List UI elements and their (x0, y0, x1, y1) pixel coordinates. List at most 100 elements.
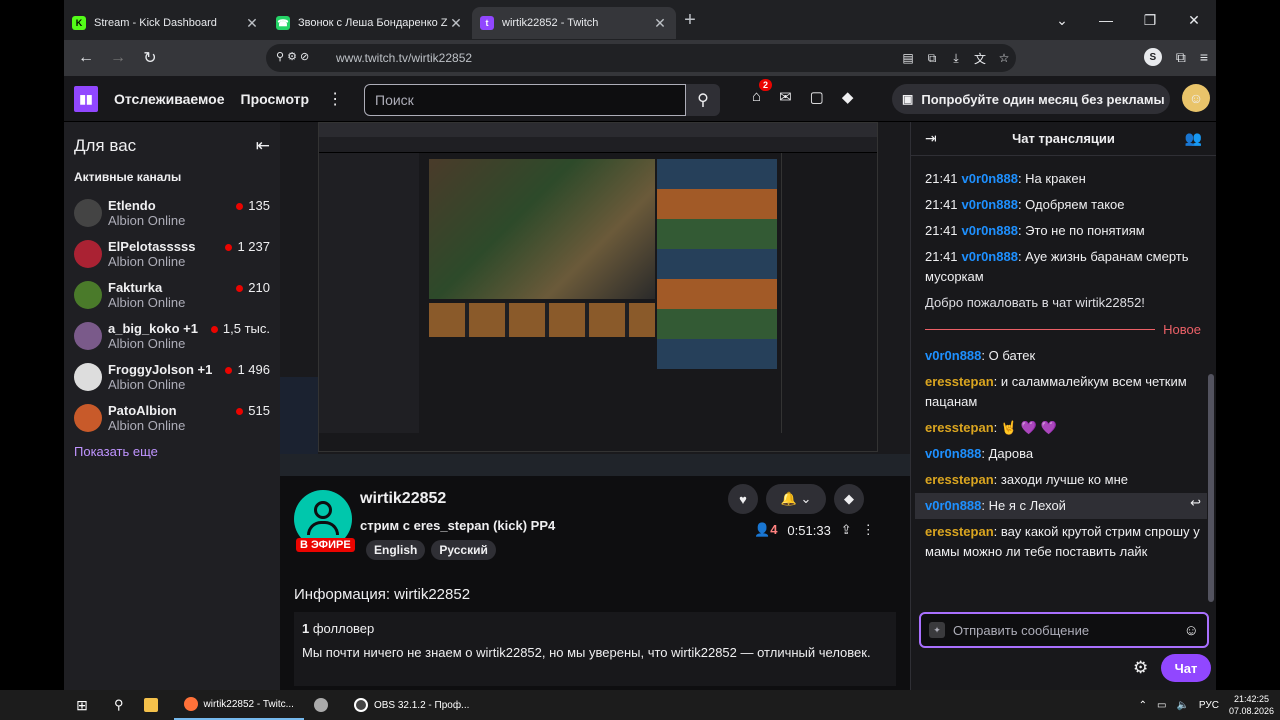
sidebar-channel-fakturka[interactable]: Fakturka Albion Online 210 (74, 274, 270, 315)
os-taskbar: ⊞ ⚲ wirtik22852 - Twitc... OBS 32.1.2 - … (0, 690, 1280, 720)
sidebar-channel-elpelotasssss[interactable]: ElPelotasssss Albion Online 1 237 (74, 233, 270, 274)
inbox-icon[interactable]: ✉ (779, 88, 792, 106)
nav-following[interactable]: Отслеживаемое (114, 91, 225, 107)
sparkle-icon[interactable]: ✦ (929, 622, 945, 638)
close-tab-icon[interactable]: ✕ (244, 15, 260, 32)
chat-input[interactable]: ✦ Отправить сообщение ☺ (919, 612, 1209, 648)
msg-user[interactable]: v0r0n888 (925, 348, 981, 363)
msg-user[interactable]: v0r0n888 (962, 197, 1018, 212)
emote-picker-icon[interactable]: ☺ (1184, 622, 1199, 639)
network-icon[interactable]: ▭ (1157, 700, 1166, 711)
gear-icon[interactable]: ⚙ (1133, 658, 1148, 678)
tag-english[interactable]: English (366, 540, 426, 560)
menu-icon[interactable]: ≡ (1200, 49, 1208, 65)
download-icon[interactable]: ⤓ (944, 51, 968, 66)
show-more-link[interactable]: Показать еще (74, 444, 270, 459)
collapse-chat-icon[interactable]: ⇥ (925, 130, 937, 147)
send-chat-button[interactable]: Чат (1161, 654, 1211, 682)
close-window-icon[interactable]: ✕ (1172, 12, 1216, 29)
chat-message-hovered[interactable]: v0r0n888: Не я с Лехой ↩ (915, 493, 1207, 519)
tray-expand-icon[interactable]: ⌃ (1139, 700, 1147, 711)
file-explorer-icon[interactable] (134, 690, 174, 720)
restore-icon[interactable]: ❐ (1128, 12, 1172, 29)
translate-icon[interactable]: 文 (968, 50, 992, 67)
sidebar-channel-etlendo[interactable]: Etlendo Albion Online 135 (74, 192, 270, 233)
bits-icon[interactable]: ◆ (842, 88, 854, 106)
tab-twitch[interactable]: t wirtik22852 - Twitch ✕ (472, 7, 676, 39)
msg-user[interactable]: v0r0n888 (962, 223, 1018, 238)
msg-user[interactable]: v0r0n888 (962, 249, 1018, 264)
msg-user[interactable]: eresstepan (925, 374, 994, 389)
channel-game: Albion Online (108, 253, 186, 269)
reload-icon[interactable]: ↻ (134, 48, 166, 68)
url-field[interactable]: ⚲ ⚙ ⊘ www.twitch.tv/wirtik22852 ▤ ⧉ ⤓ 文 … (266, 44, 1016, 72)
reader-icon[interactable]: ▤ (896, 51, 920, 65)
msg-user[interactable]: eresstepan (925, 524, 994, 539)
more-options-icon[interactable]: ⋮ (862, 522, 875, 538)
msg-user[interactable]: v0r0n888 (925, 446, 981, 461)
notifications-icon[interactable]: ⌂ 2 (752, 79, 773, 106)
language-indicator[interactable]: РУС (1199, 700, 1219, 711)
extensions-icon[interactable]: ⧉ (1176, 49, 1186, 66)
tab-kick[interactable]: K Stream - Kick Dashboard ✕ (64, 7, 268, 39)
channel-name: ElPelotasssss (108, 238, 196, 254)
tag-russian[interactable]: Русский (431, 540, 496, 560)
whispers-icon[interactable]: ▢ (810, 88, 824, 106)
notifications-bell-button[interactable]: 🔔 ⌄ (766, 484, 826, 514)
bookmark-star-icon[interactable]: ☆ (992, 51, 1016, 65)
video-stream-thumbnail (280, 454, 910, 476)
minimize-icon[interactable]: — (1084, 12, 1128, 28)
msg-user[interactable]: eresstepan (925, 420, 994, 435)
volume-icon[interactable]: 🔈 (1176, 700, 1188, 711)
avatar (74, 362, 102, 391)
search-input[interactable]: Поиск (364, 84, 686, 116)
channel-name[interactable]: wirtik22852 (360, 490, 446, 508)
windows-start-icon[interactable]: ⊞ (60, 690, 104, 720)
share-icon[interactable]: ⇪ (841, 522, 852, 538)
msg-user[interactable]: eresstepan (925, 472, 994, 487)
taskbar-firefox[interactable]: wirtik22852 - Twitc... (173, 690, 304, 720)
search-icon[interactable]: ⚲ (104, 690, 134, 720)
follow-heart-button[interactable]: ♥ (728, 484, 758, 514)
msg-user[interactable]: v0r0n888 (925, 498, 981, 513)
turbo-promo-button[interactable]: ▣ Попробуйте один месяц без рекламы (892, 84, 1170, 114)
subscribe-gift-icon[interactable]: ◆ (834, 484, 864, 514)
close-tab-icon[interactable]: ✕ (652, 15, 668, 32)
msg-emotes: 🤘 💜 💜 (1000, 420, 1057, 435)
screenshot-icon[interactable]: ⧉ (920, 51, 944, 66)
more-vertical-icon[interactable]: ⋮ (327, 89, 343, 109)
nav-browse[interactable]: Просмотр (241, 91, 310, 107)
search-icon[interactable]: ⚲ (686, 84, 720, 116)
sidebar-channel-froggyjolson[interactable]: FroggyJolson +1 Albion Online 1 496 (74, 356, 270, 397)
avatar (74, 321, 102, 350)
forward-icon[interactable]: → (102, 49, 134, 67)
site-info-icon[interactable]: ⚲ ⚙ ⊘ (276, 50, 309, 63)
clock[interactable]: 21:42:25 07.08.2026 (1229, 693, 1274, 717)
taskbar-obs[interactable]: OBS 32.1.2 - Проф... (344, 690, 479, 720)
back-icon[interactable]: ← (70, 49, 102, 67)
viewer-count: 1 237 (225, 239, 270, 254)
for-you-label: Для вас (74, 136, 137, 155)
twitch-logo-icon[interactable]: ▮▮ (74, 85, 98, 112)
taskbar-app-misc[interactable] (304, 690, 344, 720)
tab-call[interactable]: ☎ Звонок с Леша Бондаренко ZET ✕ (268, 7, 472, 39)
twitch-top-nav: ▮▮ Отслеживаемое Просмотр ⋮ Поиск ⚲ ⌂ 2 ✉… (64, 76, 1216, 122)
close-tab-icon[interactable]: ✕ (448, 15, 464, 32)
video-stream-thumbnail (319, 123, 877, 137)
chat-scrollbar[interactable] (1208, 162, 1214, 602)
tag-list: English Русский (366, 540, 496, 560)
collapse-sidebar-icon[interactable]: ⇤ (256, 136, 270, 156)
video-player[interactable] (280, 122, 910, 476)
promo-label: Попробуйте один месяц без рекламы (921, 91, 1165, 107)
community-icon[interactable]: 👥 (1185, 130, 1202, 147)
user-avatar[interactable]: ☺ (1182, 84, 1210, 112)
new-tab-icon[interactable]: + (676, 9, 704, 32)
msg-user[interactable]: v0r0n888 (962, 171, 1018, 186)
sidebar-channel-a-big-koko[interactable]: a_big_koko +1 Albion Online 1,5 тыс. (74, 315, 270, 356)
sidebar-channel-patoalbion[interactable]: PatoAlbion Albion Online 515 (74, 397, 270, 438)
reply-icon[interactable]: ↩ (1190, 493, 1201, 513)
msg-text: Не я с Лехой (988, 498, 1066, 513)
scrollbar-thumb[interactable] (1208, 374, 1214, 602)
profile-s-icon[interactable]: S (1143, 48, 1162, 66)
tab-search-icon[interactable]: ⌄ (1040, 12, 1084, 29)
